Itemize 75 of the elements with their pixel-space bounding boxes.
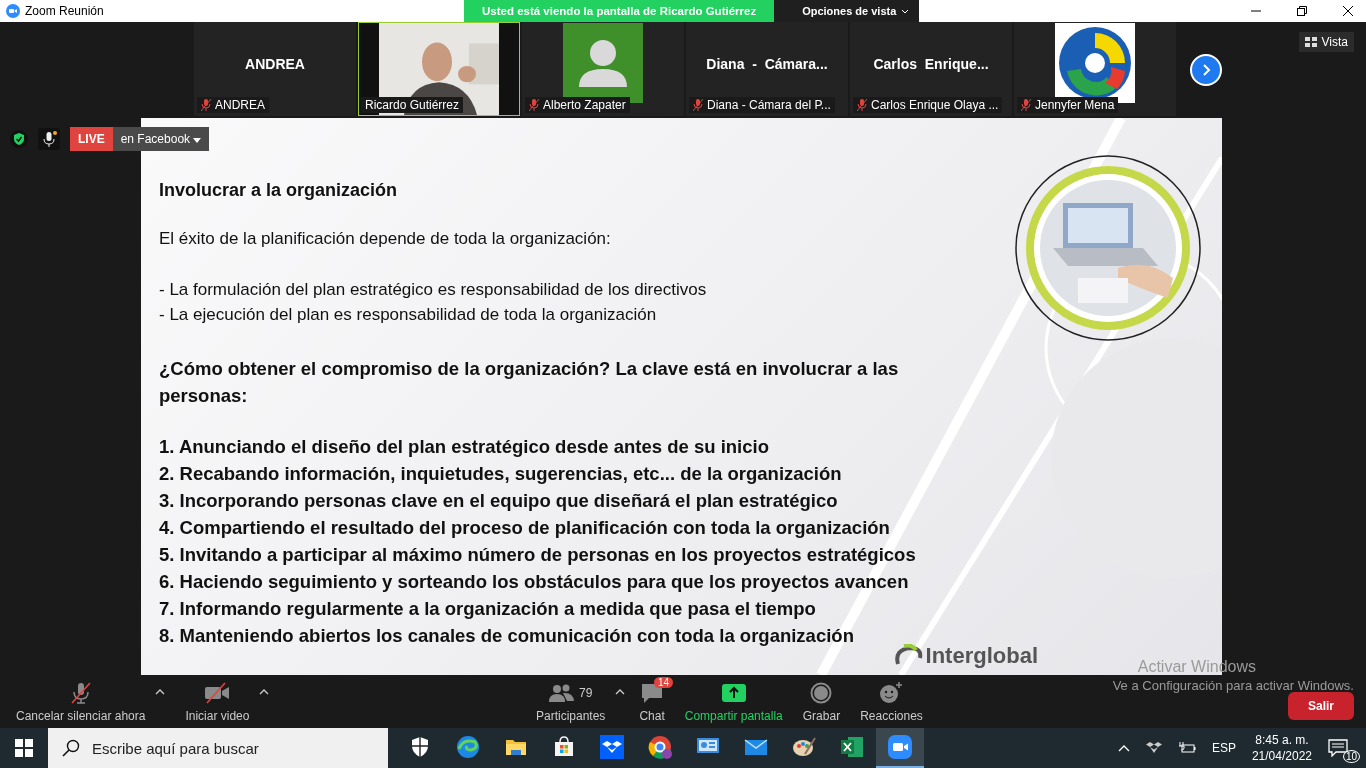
windows-logo-icon: [15, 739, 33, 757]
start-video-button[interactable]: Iniciar video: [179, 676, 256, 727]
record-button[interactable]: Grabar: [796, 676, 847, 727]
participant-tile[interactable]: Ricardo Gutiérrez: [358, 22, 520, 116]
microphone-icon[interactable]: [38, 128, 60, 151]
participant-tile[interactable]: Carlos Enrique... Carlos Enrique Olaya ...: [850, 22, 1012, 116]
people-icon: [549, 682, 575, 703]
leave-button[interactable]: Salir: [1288, 691, 1354, 720]
participant-tile[interactable]: ANDREA ANDREA: [194, 22, 356, 116]
message-icon: [1328, 739, 1348, 757]
participant-name: Ricardo Gutiérrez: [365, 98, 460, 112]
record-icon: [810, 681, 833, 704]
close-icon[interactable]: [1342, 5, 1354, 17]
caret-icon: [193, 138, 202, 144]
window-title: Zoom Reunión: [25, 4, 104, 18]
participant-display-name: ANDREA: [245, 56, 305, 72]
live-badge: LIVE: [70, 127, 113, 152]
search-icon: [62, 739, 80, 757]
unread-badge: 14: [654, 676, 674, 688]
slide-step: 5. Invitando a participar al máximo número de personas en los proyectos estratégicos: [159, 541, 978, 569]
participant-tile[interactable]: Diana - Cámara... Diana - Cámara del P...: [686, 22, 848, 116]
security-shield-icon[interactable]: [10, 130, 28, 149]
participants-button[interactable]: 79 Participantes: [530, 676, 612, 727]
participant-display-name: Carlos Enrique...: [873, 56, 989, 72]
smiley-icon: [879, 681, 904, 704]
battery-plug-icon[interactable]: [1177, 741, 1196, 755]
zoom-logo-icon: [6, 4, 20, 18]
zoom-app-icon[interactable]: [876, 728, 924, 768]
participant-display-name: Diana - Cámara...: [706, 56, 828, 72]
view-button[interactable]: Vista: [1298, 32, 1354, 52]
chat-button[interactable]: 14 Chat: [633, 676, 671, 727]
unmute-button[interactable]: Cancelar silenciar ahora: [10, 676, 152, 727]
search-bar[interactable]: Escribe aquí para buscar: [48, 728, 388, 768]
slide-bullet: - La ejecución del plan es responsabilidad de toda la organización: [159, 304, 658, 327]
reactions-button[interactable]: Reacciones: [854, 676, 929, 727]
clock-time[interactable]: 8:45 a. m.: [1255, 732, 1309, 748]
view-options-button[interactable]: Opciones de vista: [774, 0, 920, 22]
participant-name: Diana - Cámara del P...: [707, 98, 831, 112]
slide-step: 4. Compartiendo el resultado del proceso de planificación con toda la organización: [159, 514, 978, 542]
slide-step: 7. Informando regularmente a la organización a medida que pasa el tiempo: [159, 595, 978, 623]
search-field[interactable]: Escribe aquí para buscar: [90, 738, 384, 758]
slide-title: Involucrar a la organización: [159, 180, 399, 202]
participant-tile[interactable]: Alberto Zapater: [522, 22, 684, 116]
participant-name: ANDREA: [215, 98, 265, 112]
notification-count: 10: [1342, 750, 1360, 763]
chevron-up-icon[interactable]: [1117, 744, 1130, 752]
chevron-down-icon: [901, 8, 910, 14]
language-indicator[interactable]: ESP: [1211, 741, 1236, 755]
sharing-banner: Usted está viendo la pantalla de Ricardo Gutiérrez: [464, 0, 775, 22]
maximize-icon[interactable]: [1296, 5, 1308, 17]
slide-paragraph: El éxito de la planificación depende de toda la organización:: [159, 229, 612, 250]
logo-text: Interglobal: [925, 643, 1038, 670]
slide-question: ¿Cómo obtener el compromiso de la organización? La clave está en involucrar a las personas:: [159, 357, 900, 409]
video-off-icon: [204, 680, 231, 705]
muted-microphone-icon: [68, 680, 93, 705]
participant-name: Jennyfer Mena: [1035, 98, 1115, 112]
participant-count: 79: [579, 685, 593, 700]
caret-icon[interactable]: [155, 688, 166, 695]
slide-step: 1. Anunciando el diseño del plan estratégico desde antes de su inicio: [159, 433, 978, 461]
grid-icon: [1304, 37, 1317, 47]
caret-icon[interactable]: [259, 688, 270, 695]
participant-name: Carlos Enrique Olaya ...: [871, 98, 999, 112]
slide-bullet: - La formulación del plan estratégico es responsabilidad de los directivos: [159, 279, 708, 302]
caret-icon[interactable]: [615, 688, 626, 695]
share-screen-button[interactable]: Compartir pantalla: [678, 676, 789, 727]
clock-date[interactable]: 21/04/2022: [1251, 748, 1312, 764]
slide-step: 6. Haciendo seguimiento y sorteando los obstáculos para que los proyectos avancen: [159, 568, 978, 596]
activation-notice: Ve a Configuración para activar Windows.: [1112, 677, 1354, 693]
live-platform-dropdown[interactable]: en Facebook: [112, 127, 210, 152]
slide-step: 2. Recabando información, inquietudes, sugerencias, etc... de la organización: [159, 460, 978, 488]
slide-step: 3. Incorporando personas clave en el equipo que diseñará el plan estratégico: [159, 487, 978, 515]
participant-name: Alberto Zapater: [543, 98, 626, 112]
dropbox-tray-icon[interactable]: [1145, 741, 1162, 755]
participant-tile[interactable]: Jennyfer Mena: [1014, 22, 1176, 116]
next-page-button[interactable]: [1190, 54, 1222, 87]
